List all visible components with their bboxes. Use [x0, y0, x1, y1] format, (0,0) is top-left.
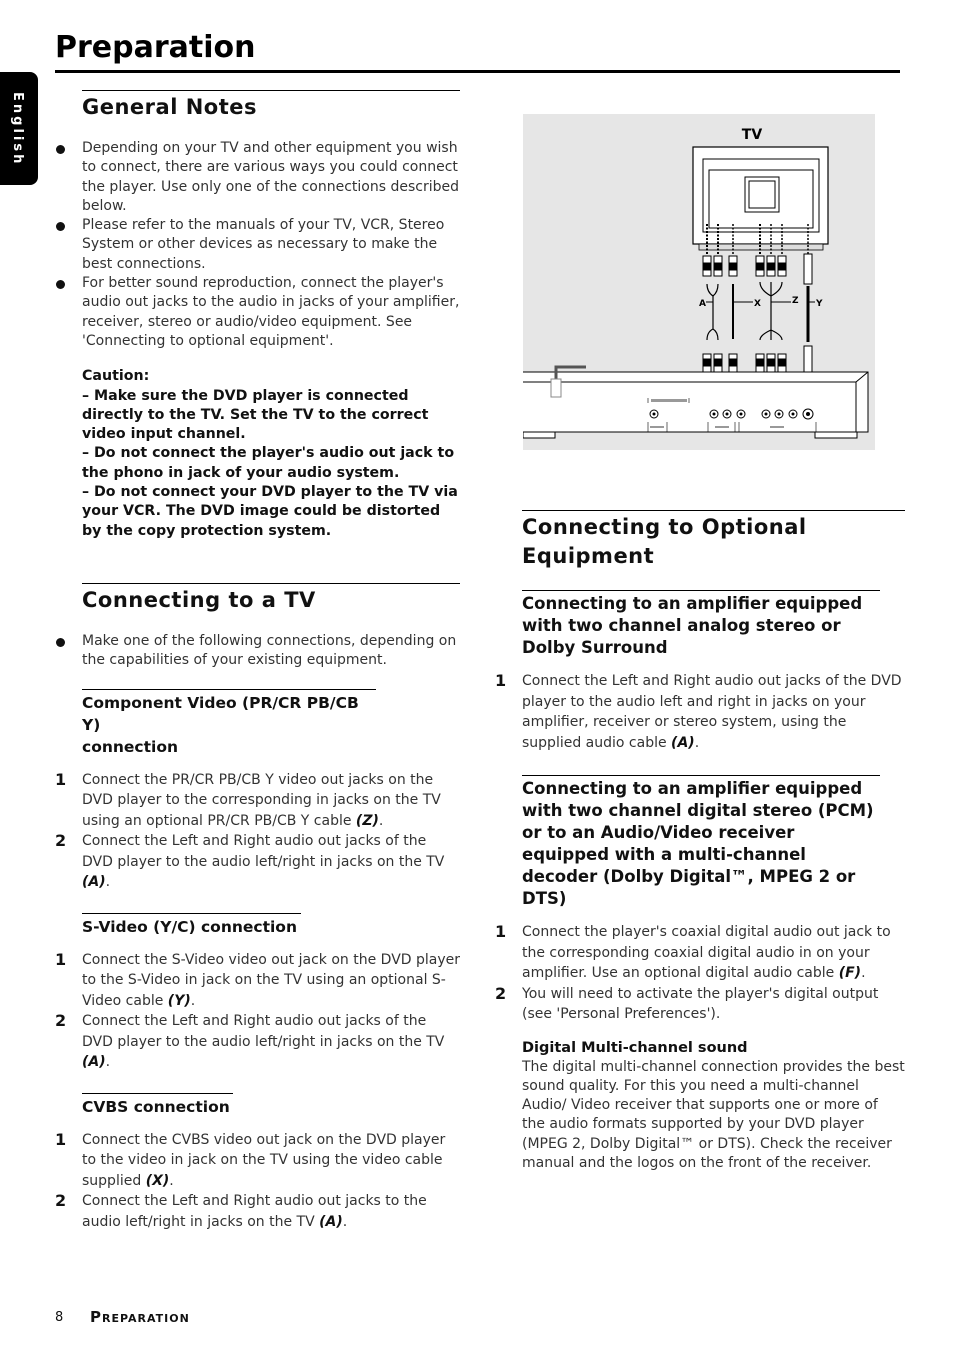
step-item: 1 Connect the Left and Right audio out ja… — [495, 671, 902, 751]
caution-label: Caution: — [82, 368, 150, 385]
step-item: 2 Connect the Left and Right audio out ja… — [55, 1191, 427, 1230]
svideo-steps: 1 Connect the S-Video video out jack on t… — [55, 950, 460, 1073]
step-item: 2 Connect the Left and Right audio out ja… — [55, 1011, 445, 1071]
language-tab: English — [0, 72, 38, 185]
digital-steps: 1 Connect the player's coaxial digital au… — [495, 922, 905, 1025]
caution-block: Caution: – Make sure the DVD player is c… — [82, 367, 460, 541]
multichannel-body: The digital multi-channel connection pro… — [522, 1058, 905, 1171]
footer-page-number: 8 — [55, 1310, 64, 1325]
multichannel-block: Digital Multi-channel sound The digital … — [522, 1039, 905, 1174]
title-rule — [55, 70, 900, 73]
component-steps: 1 Connect the PR/CR PB/CB Y video out jac… — [55, 770, 460, 893]
caution-item: – Make sure the DVD player is connected … — [82, 387, 429, 443]
multichannel-subheading: Digital Multi-channel sound — [522, 1039, 748, 1056]
right-column: Connecting to Optional Equipment Connect… — [495, 510, 905, 1173]
component-video-heading: Component Video (PR/CR PB/CB Y) connecti… — [82, 688, 376, 758]
list-item: Please refer to the manuals of your TV, … — [55, 216, 460, 274]
cable-label-a: A — [699, 299, 706, 309]
caution-item: – Do not connect your DVD player to the … — [82, 484, 458, 539]
tv-label: TV — [742, 127, 763, 143]
analog-steps: 1 Connect the Left and Right audio out ja… — [495, 671, 905, 753]
svideo-heading: S-Video (Y/C) connection — [82, 912, 301, 938]
step-item: 1 Connect the CVBS video out jack on the … — [55, 1129, 446, 1189]
step-item: 1 Connect the player's coaxial digital au… — [495, 922, 891, 981]
component-heading-line1: Component Video (PR/CR PB/CB Y) — [82, 693, 359, 734]
step-item: 1 Connect the PR/CR PB/CB Y video out jac… — [55, 769, 441, 829]
connecting-tv-heading: Connecting to a TV — [82, 582, 460, 614]
optional-equipment-heading: Connecting to Optional Equipment — [522, 510, 905, 571]
connection-diagram: TV A X Z Y — [522, 114, 875, 450]
connection-diagram-svg: TV A X Z Y — [522, 127, 869, 439]
footer-title: Preparation — [90, 1308, 190, 1326]
caution-item: – Do not connect the player's audio out … — [82, 445, 455, 481]
list-item: Depending on your TV and other equipment… — [55, 139, 460, 216]
general-notes-heading: General Notes — [82, 90, 460, 121]
list-item: For better sound reproduction, connect t… — [55, 274, 460, 351]
component-heading-line2: connection — [82, 737, 179, 756]
plugs — [702, 253, 813, 377]
step-item: 2 Connect the Left and Right audio out ja… — [55, 831, 445, 891]
cvbs-steps: 1 Connect the CVBS video out jack on the … — [55, 1130, 460, 1233]
cable-label-x: X — [754, 299, 761, 309]
cable-label-y: Y — [815, 299, 823, 309]
general-notes-list: Depending on your TV and other equipment… — [55, 139, 460, 351]
digital-heading: Connecting to an amplifier equipped with… — [522, 775, 880, 910]
left-column: General Notes Depending on your TV and o… — [55, 90, 460, 1232]
cvbs-heading: CVBS connection — [82, 1092, 233, 1118]
list-item: Make one of the following connections, d… — [55, 632, 460, 671]
connecting-tv-list: Make one of the following connections, d… — [55, 632, 460, 671]
dvd-player-icon — [522, 365, 869, 439]
analog-heading: Connecting to an amplifier equipped with… — [522, 590, 880, 659]
step-item: 2 You will need to activate the player's … — [495, 983, 879, 1023]
step-item: 1 Connect the S-Video video out jack on t… — [55, 949, 461, 1009]
cable-label-z: Z — [792, 296, 799, 306]
page-title: Preparation — [55, 30, 256, 65]
language-tab-label: English — [10, 92, 25, 167]
